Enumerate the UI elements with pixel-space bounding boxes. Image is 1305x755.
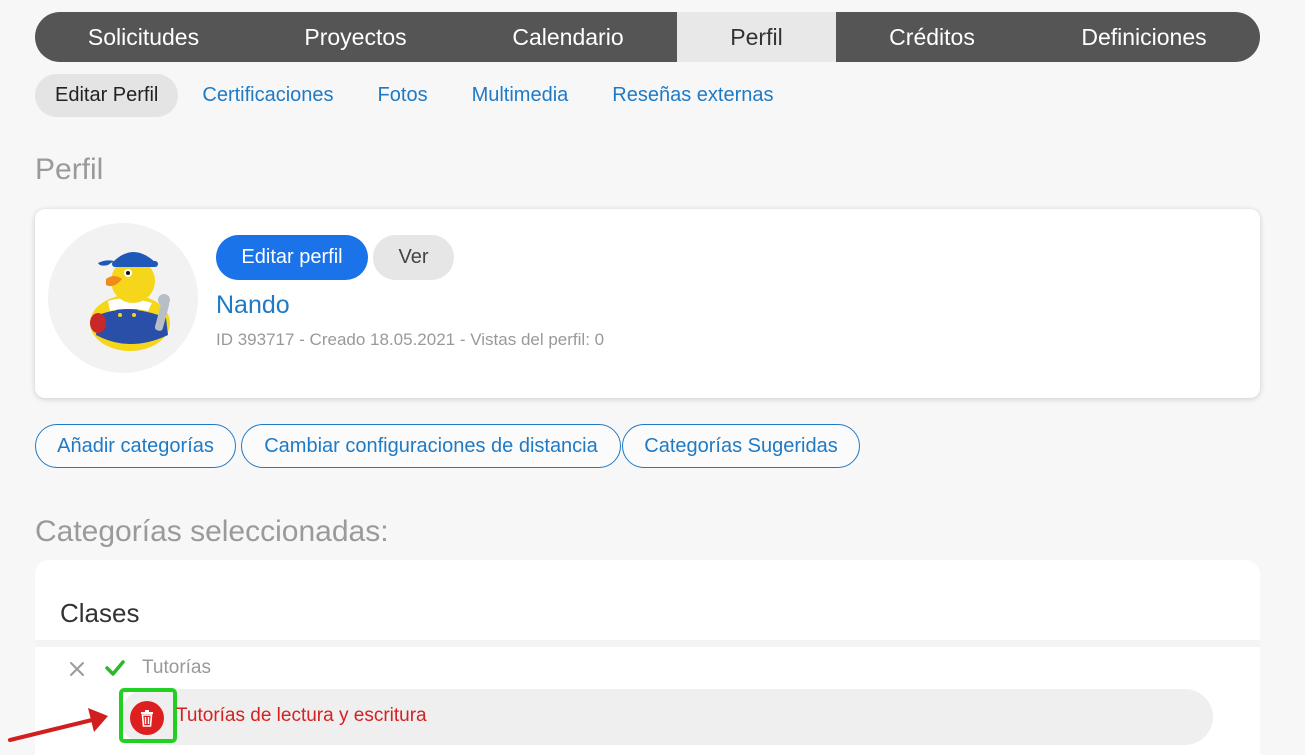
- profile-meta: ID 393717 - Creado 18.05.2021 - Vistas d…: [216, 330, 605, 349]
- tab-definiciones[interactable]: Definiciones: [1028, 12, 1260, 62]
- delete-subcategory-button[interactable]: [130, 701, 164, 735]
- add-categories-button[interactable]: Añadir categorías: [35, 424, 236, 468]
- divider: [35, 640, 1260, 647]
- distance-settings-button[interactable]: Cambiar configuraciones de distancia: [241, 424, 621, 468]
- subtab-editar-perfil[interactable]: Editar Perfil: [35, 74, 179, 117]
- category-group-title: Clases: [60, 598, 140, 628]
- view-profile-button[interactable]: Ver: [373, 235, 454, 280]
- subtab-multimedia[interactable]: Multimedia: [450, 74, 591, 117]
- edit-profile-button[interactable]: Editar perfil: [216, 235, 368, 280]
- profile-section-title: Perfil: [35, 153, 104, 186]
- selected-categories-title: Categorías seleccionadas:: [35, 515, 389, 548]
- tab-solicitudes[interactable]: Solicitudes: [35, 12, 252, 62]
- red-arrow-icon: [8, 708, 108, 742]
- categories-panel: Clases Tutorías Tutorías de lectura y es…: [35, 560, 1260, 755]
- suggested-categories-button[interactable]: Categorías Sugeridas: [622, 424, 860, 468]
- subtab-resenas-externas[interactable]: Reseñas externas: [590, 74, 795, 117]
- main-nav: Solicitudes Proyectos Calendario Perfil …: [35, 12, 1260, 62]
- close-icon[interactable]: [68, 660, 86, 678]
- avatar: [48, 223, 198, 373]
- sub-nav: Editar Perfil Certificaciones Fotos Mult…: [35, 74, 795, 117]
- tab-calendario[interactable]: Calendario: [459, 12, 677, 62]
- tab-proyectos[interactable]: Proyectos: [252, 12, 459, 62]
- parent-category-label: Tutorías: [142, 657, 211, 678]
- rubber-duck-avatar-icon: [90, 252, 170, 351]
- profile-card: Editar perfil Ver Nando ID 393717 - Crea…: [35, 209, 1260, 398]
- subtab-certificaciones[interactable]: Certificaciones: [180, 74, 355, 117]
- subcategory-label: Tutorías de lectura y escritura: [176, 705, 427, 726]
- trash-icon: [141, 710, 153, 727]
- profile-name[interactable]: Nando: [216, 291, 290, 320]
- checkmark-icon: [105, 660, 125, 676]
- subtab-fotos[interactable]: Fotos: [356, 74, 450, 117]
- tab-creditos[interactable]: Créditos: [836, 12, 1028, 62]
- tab-perfil[interactable]: Perfil: [677, 12, 836, 62]
